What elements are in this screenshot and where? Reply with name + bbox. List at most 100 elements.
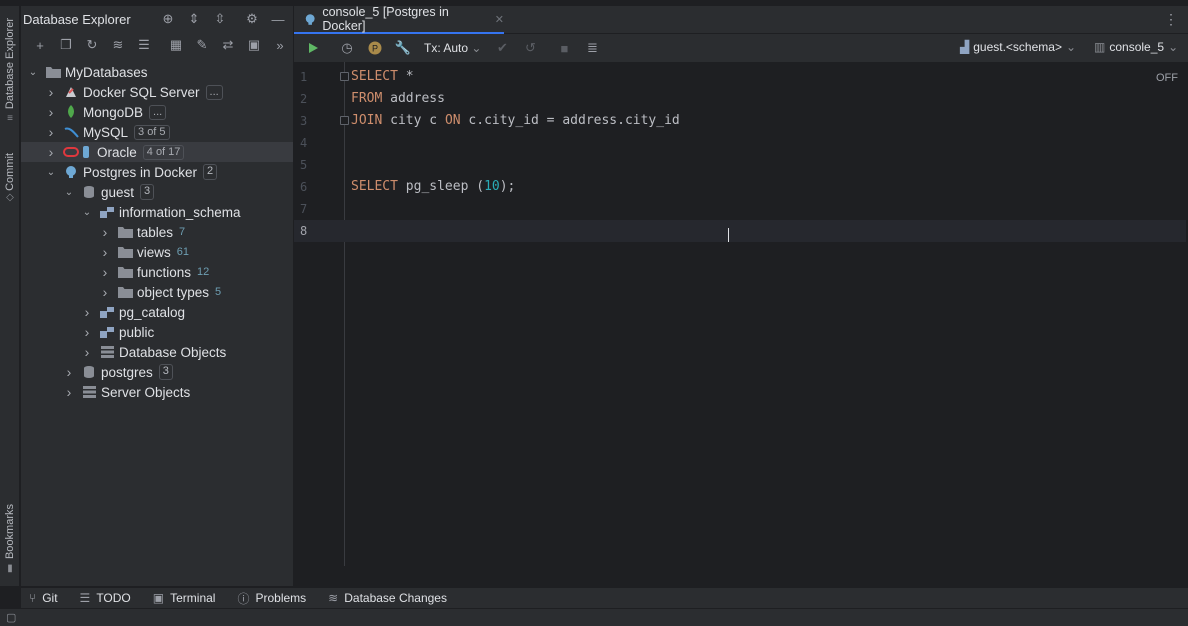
tree-item-label: Docker SQL Server: [83, 84, 200, 100]
count-badge[interactable]: ...: [205, 84, 223, 100]
chevron-right-icon[interactable]: ›: [99, 262, 111, 282]
locate-icon[interactable]: ⊕: [159, 10, 177, 28]
tree-item-label: Postgres in Docker: [83, 164, 198, 180]
disconnect-icon[interactable]: ☰: [133, 34, 155, 56]
expand-all-icon[interactable]: ⇕: [185, 10, 203, 28]
jump-icon[interactable]: ⇄: [217, 34, 239, 56]
connection-icon: [83, 146, 89, 158]
tree-item-oracle[interactable]: › Oracle 4 of 17: [21, 142, 293, 162]
chevron-right-icon[interactable]: ›: [99, 282, 111, 302]
chevron-right-icon[interactable]: ›: [81, 302, 93, 322]
chevron-down-icon[interactable]: ⌄: [81, 202, 93, 222]
tree-item-tables[interactable]: › tables 7: [21, 222, 293, 242]
edit-icon[interactable]: ✎: [191, 34, 213, 56]
inlay-status[interactable]: OFF: [1156, 72, 1178, 84]
code-line[interactable]: 3 JOIN city c ON c.city_id = address.city…: [294, 110, 1186, 132]
more-icon[interactable]: »: [269, 34, 291, 56]
panel-toggle-icon[interactable]: ▢: [6, 611, 16, 624]
tab-commit[interactable]: Commit ◇: [0, 148, 20, 208]
tree-item-pg-catalog[interactable]: › pg_catalog: [21, 302, 293, 322]
output-icon[interactable]: ≣: [581, 37, 603, 59]
stop-icon[interactable]: ■: [553, 37, 575, 59]
minimize-icon[interactable]: —: [269, 10, 287, 28]
tree-item-mongodb[interactable]: › MongoDB...: [21, 102, 293, 122]
add-icon[interactable]: +: [29, 34, 51, 56]
tree-item-public[interactable]: › public: [21, 322, 293, 342]
chevron-down-icon: ⌄: [471, 41, 482, 55]
mongodb-icon: [63, 104, 79, 120]
chevron-right-icon[interactable]: ›: [63, 362, 75, 382]
chevron-right-icon[interactable]: ›: [45, 82, 57, 102]
tree-item-postgres[interactable]: › postgres 3: [21, 362, 293, 382]
session-selector[interactable]: ▥ console_5 ⌄: [1094, 40, 1178, 54]
chevron-down-icon[interactable]: ⌄: [63, 182, 75, 202]
table-icon[interactable]: ▦: [165, 34, 187, 56]
chevron-right-icon[interactable]: ›: [45, 142, 57, 162]
tree-item-docker-sql-server[interactable]: › Docker SQL Server...: [21, 82, 293, 102]
more-options-icon[interactable]: ⋮: [1164, 11, 1178, 28]
chevron-right-icon[interactable]: ›: [99, 242, 111, 262]
chevron-down-icon[interactable]: ⌄: [27, 62, 39, 82]
refresh-icon[interactable]: ↻: [81, 34, 103, 56]
tab-bookmarks[interactable]: Bookmarks ▮: [0, 498, 20, 580]
code-line[interactable]: 7: [294, 198, 1186, 220]
code-line[interactable]: 8: [294, 220, 1186, 242]
code-line[interactable]: 4: [294, 132, 1186, 154]
tree-item-server-objects[interactable]: › Server Objects: [21, 382, 293, 402]
chevron-right-icon[interactable]: ›: [99, 222, 111, 242]
count-badge[interactable]: ...: [149, 104, 167, 120]
folder-icon: [117, 284, 133, 300]
tool-terminal[interactable]: ▣ Terminal: [153, 591, 216, 605]
history-icon[interactable]: ◷: [336, 37, 358, 59]
code-line[interactable]: 1 SELECT *: [294, 66, 1186, 88]
code-editor[interactable]: 1 SELECT * 2 FROM address 3 JOIN city c ON c.…: [294, 62, 1188, 566]
gear-icon[interactable]: ⚙: [243, 10, 261, 28]
chevron-right-icon[interactable]: ›: [81, 322, 93, 342]
count-badge[interactable]: 4 of 17: [142, 144, 185, 160]
count-badge[interactable]: 3 of 5: [134, 124, 170, 140]
schema-selector[interactable]: ▟ guest.<schema> ⌄: [960, 40, 1076, 54]
explorer-title: Database Explorer: [23, 11, 131, 27]
ql-icon[interactable]: ▣: [243, 34, 265, 56]
commit-check-icon[interactable]: ✔: [491, 37, 513, 59]
chevron-right-icon[interactable]: ›: [45, 122, 57, 142]
code-line[interactable]: 2 FROM address: [294, 88, 1186, 110]
chevron-right-icon[interactable]: ›: [63, 382, 75, 402]
fold-marker-icon[interactable]: [340, 72, 349, 81]
duplicate-icon[interactable]: ❐: [55, 34, 77, 56]
tool-problems[interactable]: ⓘ Problems: [237, 590, 306, 607]
chevron-right-icon[interactable]: ›: [81, 342, 93, 362]
profile-icon[interactable]: P: [364, 37, 386, 59]
chevron-right-icon[interactable]: ›: [45, 102, 57, 122]
code-line[interactable]: 5: [294, 154, 1186, 176]
tree-item-information-schema[interactable]: ⌄ information_schema: [21, 202, 293, 222]
wrench-icon[interactable]: 🔧: [392, 37, 414, 59]
tool-database-changes[interactable]: ≋ Database Changes: [328, 591, 447, 605]
tree-item-functions[interactable]: › functions 12: [21, 262, 293, 282]
tree-item-postgres-in-docker[interactable]: ⌄ Postgres in Docker 2: [21, 162, 293, 182]
tree-item-guest[interactable]: ⌄ guest 3: [21, 182, 293, 202]
chevron-down-icon[interactable]: ⌄: [45, 162, 57, 182]
rollback-icon[interactable]: ↺: [519, 37, 541, 59]
collapse-all-icon[interactable]: ⇳: [211, 10, 229, 28]
tx-mode-label: Tx: Auto: [424, 41, 469, 55]
tab-console-5[interactable]: console_5 [Postgres in Docker] ✕: [294, 5, 504, 34]
close-icon[interactable]: ✕: [495, 13, 504, 26]
tab-console-5-label: console_5 [Postgres in Docker]: [322, 5, 449, 33]
tree-item-object-types[interactable]: › object types 5: [21, 282, 293, 302]
code-line[interactable]: 6 SELECT pg_sleep (10);: [294, 176, 1186, 198]
count-badge: 3: [140, 184, 155, 200]
tool-git[interactable]: ⑂ Git: [29, 591, 58, 605]
tree-item-mysql[interactable]: › MySQL 3 of 5: [21, 122, 293, 142]
tx-mode-selector[interactable]: Tx: Auto ⌄: [420, 41, 485, 55]
folder-icon: [117, 244, 133, 260]
schema-settings-icon[interactable]: ≋: [107, 34, 129, 56]
tab-database-explorer[interactable]: Database Explorer ≡: [0, 16, 20, 126]
fold-marker-icon[interactable]: [340, 116, 349, 125]
tree-item-views[interactable]: › views 61: [21, 242, 293, 262]
tree-item-database-objects[interactable]: › Database Objects: [21, 342, 293, 362]
tree-item-mydatabases[interactable]: ⌄ MyDatabases: [21, 62, 293, 82]
tool-todo[interactable]: ☰ TODO: [80, 591, 131, 605]
run-icon[interactable]: [302, 37, 324, 59]
explorer-header: Database Explorer ⊕ ⇕ ⇳ ⚙ —: [21, 6, 293, 32]
